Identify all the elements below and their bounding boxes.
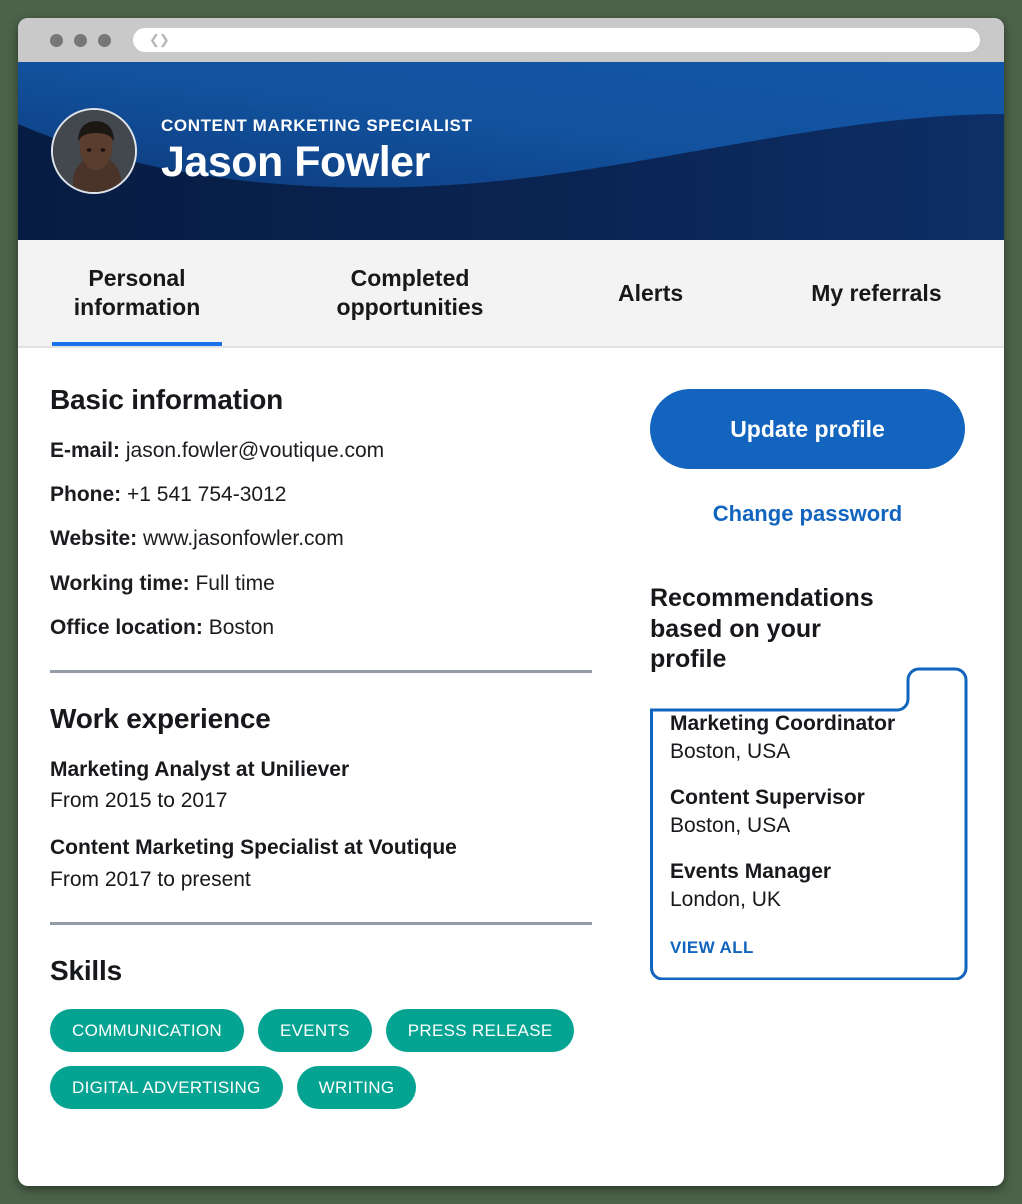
info-value-office-location: Boston xyxy=(208,615,275,639)
info-value-working-time: Full time xyxy=(195,571,275,595)
tab-completed-opportunities[interactable]: Completed opportunities xyxy=(310,240,510,346)
tab-completed-opportunities-label-1: Completed xyxy=(350,265,470,292)
work-experience-item: Marketing Analyst at Uniliever From 2015… xyxy=(50,757,628,813)
recommendation-location: Boston, USA xyxy=(670,814,791,838)
info-row-working-time: Working time: Full time xyxy=(50,571,628,596)
tab-personal-information-label-1: Personal xyxy=(88,265,186,292)
info-row-phone: Phone: +1 541 754-3012 xyxy=(50,482,628,507)
minimize-window-button[interactable] xyxy=(74,33,87,47)
maximize-window-button[interactable] xyxy=(98,33,111,47)
profile-content: Basic information E-mail: jason.fowler@v… xyxy=(18,348,1004,1109)
skill-tag[interactable]: PRESS RELEASE xyxy=(385,1008,575,1052)
recommendations-card: Marketing Coordinator Boston, USA Conten… xyxy=(650,667,968,980)
skill-tag[interactable]: COMMUNICATION xyxy=(50,1008,244,1052)
tab-alerts-label: Alerts xyxy=(618,279,684,306)
tab-completed-opportunities-label-2: opportunities xyxy=(336,294,484,320)
profile-hero-banner: CONTENT MARKETING SPECIALIST Jason Fowle… xyxy=(18,62,1004,240)
recommendation-title: Events Manager xyxy=(670,860,832,884)
info-row-website: Website: www.jasonfowler.com xyxy=(50,526,628,551)
recommendations-heading-line-2: based on your profile xyxy=(650,614,821,674)
profile-tabs: Personal information Completed opportuni… xyxy=(18,240,1004,348)
profile-role: CONTENT MARKETING SPECIALIST xyxy=(161,116,473,136)
profile-main-column: Basic information E-mail: jason.fowler@v… xyxy=(18,384,628,1109)
work-experience-title: Work experience xyxy=(50,702,271,734)
skill-tag[interactable]: WRITING xyxy=(296,1065,417,1109)
info-label-office-location: Office location: xyxy=(50,615,203,639)
update-profile-button[interactable]: Update profile xyxy=(650,389,965,469)
avatar-portrait-icon xyxy=(53,110,135,192)
view-all-recommendations-link[interactable]: VIEW ALL xyxy=(670,938,754,958)
nav-chevrons-icon: ❮❯ xyxy=(149,32,170,47)
recommendations-list: Marketing Coordinator Boston, USA Conten… xyxy=(650,667,968,980)
tab-my-referrals[interactable]: My referrals xyxy=(787,240,965,346)
section-divider-2 xyxy=(50,921,592,925)
job-title: Marketing Analyst at Uniliever xyxy=(50,757,350,781)
skill-tag[interactable]: EVENTS xyxy=(257,1008,372,1052)
recommendations-block: Recommendations based on your profile Ma… xyxy=(650,583,968,980)
info-value-phone: +1 541 754-3012 xyxy=(127,483,287,507)
info-label-website: Website: xyxy=(50,527,138,551)
recommendation-title: Marketing Coordinator xyxy=(670,711,896,735)
skills-title: Skills xyxy=(50,954,122,986)
recommendation-title: Content Supervisor xyxy=(670,785,865,809)
recommendation-item[interactable]: Events Manager London, UK xyxy=(670,859,968,912)
change-password-link[interactable]: Change password xyxy=(650,501,965,527)
recommendations-heading-line-1: Recommendations xyxy=(650,584,874,612)
profile-side-column: Update profile Change password Recommend… xyxy=(628,384,1004,1109)
basic-information-title: Basic information xyxy=(50,384,284,415)
recommendation-item[interactable]: Content Supervisor Boston, USA xyxy=(670,785,968,838)
browser-chrome-bar: ❮❯ xyxy=(18,18,1004,62)
info-row-email: E-mail: jason.fowler@voutique.com xyxy=(50,438,628,463)
tab-personal-information[interactable]: Personal information xyxy=(52,240,222,346)
avatar xyxy=(51,108,137,194)
info-value-website: www.jasonfowler.com xyxy=(142,527,344,551)
info-label-phone: Phone: xyxy=(50,483,122,507)
work-experience-item: Content Marketing Specialist at Voutique… xyxy=(50,835,628,891)
window-traffic-lights xyxy=(50,33,111,47)
info-label-working-time: Working time: xyxy=(50,571,190,595)
tab-my-referrals-label: My referrals xyxy=(811,279,942,306)
skill-tag[interactable]: DIGITAL ADVERTISING xyxy=(50,1065,283,1109)
address-bar[interactable]: ❮❯ xyxy=(133,28,980,52)
tab-personal-information-label-2: information xyxy=(73,294,201,320)
job-title: Content Marketing Specialist at Voutique xyxy=(50,836,457,860)
tab-alerts[interactable]: Alerts xyxy=(594,240,707,346)
info-value-email: jason.fowler@voutique.com xyxy=(125,439,385,462)
browser-window: ❮❯ CONTENT MARKETING SPECIALIST Jason Fo… xyxy=(18,18,1004,1186)
section-divider-1 xyxy=(50,669,592,673)
recommendation-location: Boston, USA xyxy=(670,739,791,763)
job-dates: From 2017 to present xyxy=(50,867,251,891)
skills-tag-list: COMMUNICATION EVENTS PRESS RELEASE DIGIT… xyxy=(50,1008,590,1109)
close-window-button[interactable] xyxy=(50,33,63,47)
recommendations-heading: Recommendations based on your profile xyxy=(650,583,900,675)
recommendation-item[interactable]: Marketing Coordinator Boston, USA xyxy=(670,711,968,764)
info-label-email: E-mail: xyxy=(50,439,121,462)
profile-name: Jason Fowler xyxy=(161,138,430,187)
job-dates: From 2015 to 2017 xyxy=(50,789,228,813)
recommendation-location: London, UK xyxy=(670,888,781,912)
info-row-office-location: Office location: Boston xyxy=(50,615,628,640)
active-tab-indicator xyxy=(52,342,222,346)
